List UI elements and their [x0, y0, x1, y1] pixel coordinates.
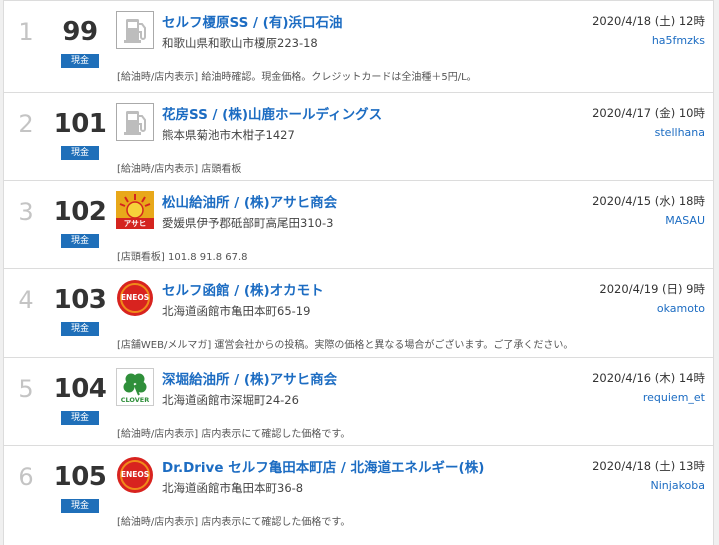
price-value: 105 [53, 462, 107, 492]
report-note: [給油時/店内表示] 店内表示にて確認した価格です。 [117, 517, 351, 528]
cash-badge: 現金 [61, 411, 99, 425]
station-address: 和歌山県和歌山市榎原223-18 [162, 36, 318, 50]
cash-badge: 現金 [61, 322, 99, 336]
clover-logo[interactable]: CLOVER [116, 368, 154, 406]
cash-badge: 現金 [61, 499, 99, 513]
cash-badge: 現金 [61, 146, 99, 160]
report-date: 2020/4/17 (金) 10時 [592, 106, 705, 120]
station-address: 愛媛県伊予郡砥部町高尾田310-3 [162, 216, 334, 230]
station-name-link[interactable]: セルフ榎原SS / (有)浜口石油 [162, 11, 343, 31]
station-row: 1 99 現金 セルフ榎原SS / (有)浜口石油 和歌山県和歌山市榎原223-… [3, 0, 714, 92]
station-address: 北海道函館市亀田本町36-8 [162, 481, 304, 495]
eneos-logo[interactable]: ENEOS [116, 279, 154, 317]
logo-text: ENEOS [120, 293, 150, 302]
report-note: [給油時/店内表示] 店内表示にて確認した価格です。 [117, 429, 351, 440]
station-row: 6 105 現金 ENEOS Dr.Drive セルフ亀田本町店 / 北海道エネ… [3, 445, 714, 545]
report-date: 2020/4/18 (土) 12時 [592, 14, 705, 28]
reporter-username-link[interactable]: okamoto [657, 302, 705, 315]
station-name-link[interactable]: 松山給油所 / (株)アサヒ商会 [162, 191, 337, 211]
station-row: 3 102 現金 アサヒ 松山給油所 / (株)アサヒ商会 愛媛県伊予郡砥部町高… [3, 180, 714, 268]
station-row: 2 101 現金 花房SS / (株)山鹿ホールディングス 熊本県菊池市木柑子1… [3, 92, 714, 180]
rank-number: 4 [18, 286, 34, 314]
station-address: 北海道函館市深堀町24-26 [162, 393, 299, 407]
report-note: [給油時/店内表示] 給油時確認。現金価格。クレジットカードは全油種＋5円/L。 [117, 72, 477, 83]
fuel-pump-icon[interactable] [116, 103, 154, 141]
report-note: [店頭看板] 101.8 91.8 67.8 [117, 252, 248, 263]
cash-badge: 現金 [61, 54, 99, 68]
rank-number: 2 [18, 110, 34, 138]
report-date: 2020/4/15 (水) 18時 [592, 194, 705, 208]
rank-number: 6 [18, 463, 34, 491]
rank-number: 5 [18, 375, 34, 403]
logo-text: CLOVER [120, 396, 150, 404]
reporter-username-link[interactable]: MASAU [665, 214, 705, 227]
price-value: 104 [53, 374, 107, 404]
price-value: 101 [53, 109, 107, 139]
rank-number: 1 [18, 18, 34, 46]
station-name-link[interactable]: セルフ函館 / (株)オカモト [162, 279, 324, 299]
report-date: 2020/4/16 (木) 14時 [592, 371, 705, 385]
reporter-username-link[interactable]: Ninjakoba [651, 479, 705, 492]
price-value: 102 [53, 197, 107, 227]
cash-badge: 現金 [61, 234, 99, 248]
logo-text: ENEOS [120, 470, 150, 479]
logo-text: アサヒ [123, 219, 147, 228]
report-date: 2020/4/19 (日) 9時 [599, 282, 705, 296]
reporter-username-link[interactable]: ha5fmzks [652, 34, 705, 47]
station-address: 北海道函館市亀田本町65-19 [162, 304, 311, 318]
station-row: 5 104 現金 CLOVER 深堀給油所 / (株)アサヒ商会 北海道函館市深… [3, 357, 714, 445]
report-note: [店舗WEB/メルマガ] 運営会社からの投稿。実際の価格と異なる場合がございます… [117, 340, 574, 351]
rank-number: 3 [18, 198, 34, 226]
price-value: 103 [53, 285, 107, 315]
station-address: 熊本県菊池市木柑子1427 [162, 128, 295, 142]
report-note: [給油時/店内表示] 店頭看板 [117, 164, 242, 175]
station-name-link[interactable]: 花房SS / (株)山鹿ホールディングス [162, 103, 382, 123]
station-name-link[interactable]: 深堀給油所 / (株)アサヒ商会 [162, 368, 337, 388]
fuel-pump-icon[interactable] [116, 11, 154, 49]
report-date: 2020/4/18 (土) 13時 [592, 459, 705, 473]
eneos-logo[interactable]: ENEOS [116, 456, 154, 494]
reporter-username-link[interactable]: stellhana [655, 126, 705, 139]
reporter-username-link[interactable]: requiem_et [643, 391, 705, 404]
asahi-logo[interactable]: アサヒ [116, 191, 154, 229]
price-value: 99 [62, 17, 98, 47]
station-name-link[interactable]: Dr.Drive セルフ亀田本町店 / 北海道エネルギー(株) [162, 456, 484, 476]
station-row: 4 103 現金 ENEOS セルフ函館 / (株)オカモト 北海道函館市亀田本… [3, 268, 714, 357]
